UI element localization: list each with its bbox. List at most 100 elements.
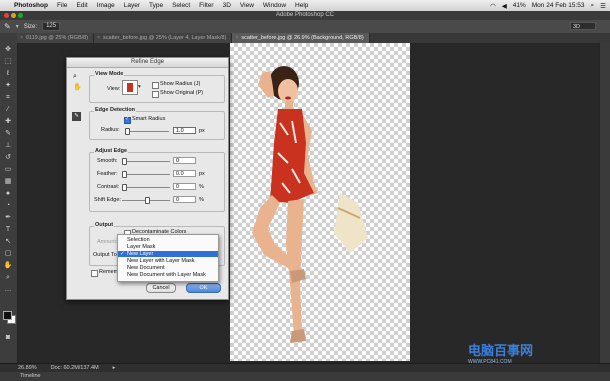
tab-scatter-background[interactable]: × scatter_before.jpg @ 26.9% (Background,…	[232, 33, 370, 43]
show-original-checkbox[interactable]	[152, 91, 159, 98]
quick-mask-icon[interactable]: ◙	[3, 333, 13, 342]
eyedropper-tool-icon[interactable]: ⁄	[3, 105, 13, 114]
close-tab-icon[interactable]: ×	[97, 33, 100, 43]
view-dropdown-chevron-icon[interactable]: ▾	[138, 84, 141, 90]
dropdown-option-new-document-with-mask[interactable]: New Document with Layer Mask	[118, 272, 218, 278]
status-arrow-icon[interactable]: ▸	[113, 365, 116, 371]
move-tool-icon[interactable]: ✥	[3, 45, 13, 54]
tool-preset-chevron-icon[interactable]: ▾	[16, 23, 19, 30]
toolbox: ✥ ⬚ ℓ ✦ ⌗ ⁄ ✚ ✎ ⊥ ↺ ▭ ▦ ● ◔ ✒ T ↖ ▢ ✋ ⌕ …	[0, 33, 18, 363]
close-tab-icon[interactable]: ×	[20, 33, 23, 43]
contrast-label: Contrast:	[97, 184, 120, 190]
cancel-button[interactable]: Cancel	[146, 283, 176, 293]
hand-tool-icon[interactable]: ✋	[73, 83, 82, 91]
brush-size-label: Size:	[23, 23, 38, 30]
smooth-input[interactable]: 0	[173, 157, 196, 164]
smooth-slider-track[interactable]	[122, 161, 170, 162]
dropdown-option-selection[interactable]: Selection	[118, 237, 218, 243]
close-tab-icon[interactable]: ×	[235, 33, 238, 43]
radius-slider-knob[interactable]	[125, 128, 130, 135]
feather-slider-knob[interactable]	[122, 171, 127, 178]
brush-tool-icon-toolbox[interactable]: ✎	[3, 129, 13, 138]
contrast-slider-track[interactable]	[122, 187, 170, 188]
document-canvas[interactable]	[230, 43, 410, 361]
contrast-unit: %	[199, 184, 204, 190]
feather-slider-track[interactable]	[122, 174, 170, 175]
radius-input[interactable]: 1.0	[173, 127, 196, 134]
hand-tool-icon[interactable]: ✋	[3, 261, 13, 270]
feather-input[interactable]: 0.0	[173, 170, 196, 177]
remember-settings-checkbox[interactable]	[91, 270, 98, 277]
menu-layer[interactable]: Layer	[124, 2, 140, 9]
clock[interactable]: Mon 24 Feb 15:53	[532, 2, 585, 9]
path-select-tool-icon[interactable]: ↖	[3, 237, 13, 246]
menu-edit[interactable]: Edit	[76, 2, 87, 9]
dropdown-option-new-layer[interactable]: ✓ New Layer	[118, 251, 218, 257]
tab-label: scatter_before.jpg @ 26.9% (Background, …	[241, 35, 364, 41]
eraser-tool-icon[interactable]: ▭	[3, 165, 13, 174]
view-mode-label: View Mode	[94, 71, 125, 77]
wifi-icon[interactable]: ◠	[490, 2, 496, 10]
menu-image[interactable]: Image	[97, 2, 115, 9]
menu-file[interactable]: File	[57, 2, 67, 9]
show-radius-checkbox[interactable]	[152, 82, 159, 89]
pen-tool-icon[interactable]: ✒	[3, 213, 13, 222]
blur-tool-icon[interactable]: ●	[3, 189, 13, 198]
menu-help[interactable]: Help	[295, 2, 308, 9]
view-preview-thumbnail[interactable]	[122, 80, 138, 95]
marquee-tool-icon[interactable]: ⬚	[3, 57, 13, 66]
type-tool-icon[interactable]: T	[3, 225, 13, 234]
app-menu[interactable]: Photoshop	[14, 2, 48, 9]
battery-percent[interactable]: 41%	[513, 2, 526, 9]
foreground-color-swatch[interactable]	[3, 311, 12, 320]
figure-cutout	[252, 66, 368, 343]
menu-filter[interactable]: Filter	[199, 2, 213, 9]
tab-label: 0119.jpg @ 25% (RGB/8)	[26, 35, 89, 41]
amount-label: Amount:	[97, 239, 118, 245]
doc-size[interactable]: Doc: 60.2M/137.4M	[51, 365, 99, 371]
dropdown-option-new-layer-with-mask[interactable]: New Layer with Layer Mask	[118, 258, 218, 264]
crop-tool-icon[interactable]: ⌗	[3, 93, 13, 102]
clone-stamp-tool-icon[interactable]: ⊥	[3, 141, 13, 150]
brush-size-input[interactable]: 125	[42, 22, 61, 31]
tab-0119[interactable]: × 0119.jpg @ 25% (RGB/8)	[17, 33, 95, 43]
close-window-icon[interactable]	[4, 13, 9, 18]
menu-type[interactable]: Type	[149, 2, 163, 9]
menu-window[interactable]: Window	[263, 2, 286, 9]
contrast-input[interactable]: 0	[173, 183, 196, 190]
dodge-tool-icon[interactable]: ◔	[3, 201, 13, 210]
spotlight-icon[interactable]: ⌕	[591, 2, 595, 10]
brush-tool-icon[interactable]: ✎	[4, 22, 11, 31]
shift-edge-label: Shift Edge:	[94, 197, 121, 203]
shift-edge-slider-knob[interactable]	[145, 197, 150, 204]
ok-button[interactable]: OK	[186, 283, 221, 293]
volume-icon[interactable]: ◀	[502, 2, 507, 10]
healing-tool-icon[interactable]: ✚	[3, 117, 13, 126]
history-brush-tool-icon[interactable]: ↺	[3, 153, 13, 162]
zoom-tool-icon[interactable]: ⌕	[3, 273, 13, 282]
minimize-window-icon[interactable]	[11, 13, 16, 18]
workspace-select[interactable]: 3D	[570, 22, 596, 30]
refine-radius-tool-icon[interactable]: ✎	[72, 112, 81, 121]
timeline-panel-tab[interactable]: Timeline	[0, 372, 610, 381]
contrast-slider-knob[interactable]	[122, 184, 127, 191]
shift-edge-input[interactable]: 0	[173, 196, 196, 203]
smart-radius-checkbox[interactable]	[124, 116, 131, 124]
zoom-tool-icon[interactable]: ⌕	[73, 73, 77, 81]
menu-3d[interactable]: 3D	[223, 2, 231, 9]
tab-scatter-layer4[interactable]: × scatter_before.jpg @ 25% (Layer 4, Laye…	[94, 33, 233, 43]
zoom-window-icon[interactable]	[18, 13, 23, 18]
notification-icon[interactable]: ☰	[600, 2, 606, 10]
menu-select[interactable]: Select	[172, 2, 190, 9]
extras-tool-icon[interactable]: …	[3, 285, 13, 294]
gradient-tool-icon[interactable]: ▦	[3, 177, 13, 186]
shape-tool-icon[interactable]: ▢	[3, 249, 13, 258]
dropdown-option-new-document[interactable]: New Document	[118, 265, 218, 271]
quick-select-tool-icon[interactable]: ✦	[3, 81, 13, 90]
zoom-level[interactable]: 26.89%	[18, 365, 37, 371]
radius-slider-track[interactable]	[125, 131, 169, 132]
smooth-slider-knob[interactable]	[122, 158, 127, 165]
lasso-tool-icon[interactable]: ℓ	[3, 69, 13, 78]
dropdown-option-layer-mask[interactable]: Layer Mask	[118, 244, 218, 250]
menu-view[interactable]: View	[240, 2, 254, 9]
